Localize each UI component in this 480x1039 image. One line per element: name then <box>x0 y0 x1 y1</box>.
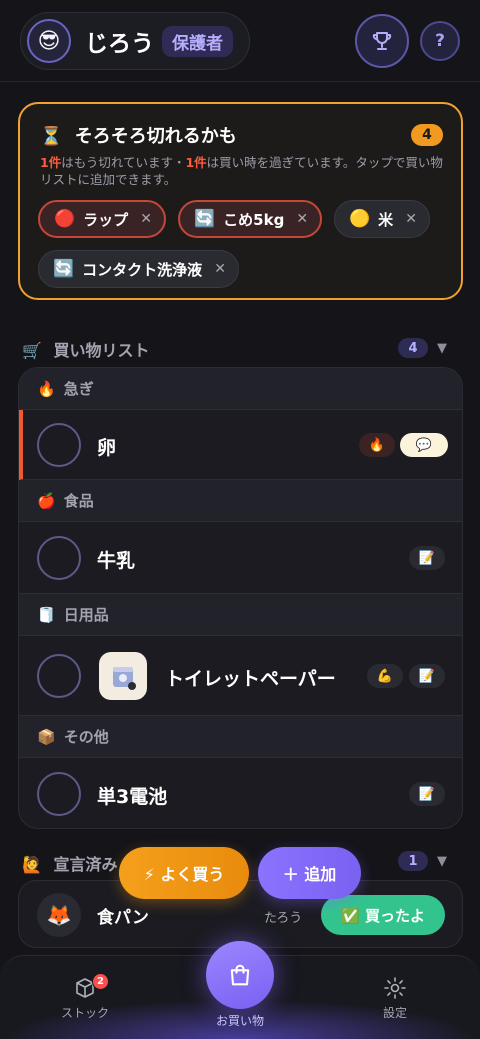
close-icon[interactable]: ✕ <box>405 211 417 227</box>
trophy-icon <box>372 32 392 50</box>
chip-label: ラップ <box>83 210 129 229</box>
item-name: 牛乳 <box>97 550 136 572</box>
comment-icon[interactable]: 💬 <box>400 433 448 457</box>
gear-icon <box>384 977 406 999</box>
warning-dot-icon: 🟡 <box>349 209 371 229</box>
expired-icon: 🔴 <box>54 209 76 229</box>
chip-label: 米 <box>378 210 394 229</box>
item-photo-thumbnail[interactable] <box>99 652 147 700</box>
nav-shopping-button[interactable] <box>206 941 274 1009</box>
cart-icon: 🛒 <box>22 341 42 360</box>
group-header-urgent: 🔥 急ぎ <box>19 368 462 410</box>
avatar-emoji: 😎 <box>37 28 61 54</box>
app-header: 😎 じろう 保護者 ? <box>0 0 480 82</box>
shopping-list-card: 🔥 急ぎ 卵 🔥 💬 🍎 食品 牛乳 📝 🧻 日用品 トイレットペーパー 💪 📝… <box>18 367 463 829</box>
muscle-icon: 💪 <box>367 664 403 688</box>
running-low-title-text: そろそろ切れるかも <box>74 126 237 147</box>
list-item-milk[interactable]: 牛乳 📝 <box>19 522 462 594</box>
shopping-list-header[interactable]: 🛒 買い物リスト <box>22 337 150 361</box>
item-checkbox[interactable] <box>37 772 81 816</box>
hourglass-icon: ⏳ <box>40 126 63 147</box>
chevron-down-icon[interactable]: ▼ <box>437 341 447 356</box>
chip-wrap[interactable]: 🔴 ラップ ✕ <box>38 200 166 238</box>
nav-settings[interactable]: 設定 <box>355 976 435 1021</box>
group-label: 日用品 <box>63 606 109 624</box>
shopping-list-count: 4 <box>398 338 428 358</box>
item-checkbox[interactable] <box>37 536 81 580</box>
nav-shopping-label: お買い物 <box>215 1014 264 1028</box>
expired-count: 1件 <box>40 155 62 170</box>
group-header-food: 🍎 食品 <box>19 480 462 522</box>
item-name: トイレットペーパー <box>165 668 336 690</box>
chip-rice-5kg[interactable]: 🔄 こめ5kg ✕ <box>178 200 323 238</box>
bought-button[interactable]: ✅ 買ったよ <box>321 895 445 935</box>
running-low-description: 1件はもう切れています・1件は買い時を過ぎています。タップで買い物リストに追加で… <box>40 154 450 188</box>
item-name: 単3電池 <box>97 786 168 808</box>
chip-label: こめ5kg <box>223 210 285 229</box>
apple-icon: 🍎 <box>37 491 56 510</box>
repeat-icon: 🔄 <box>53 259 75 279</box>
frequent-items-button[interactable]: ⚡ よく買う <box>119 847 249 899</box>
item-checkbox[interactable] <box>37 423 81 467</box>
desc-text-1: はもう切れています・ <box>61 155 186 170</box>
nav-settings-label: 設定 <box>382 1006 407 1020</box>
user-switcher[interactable]: 😎 じろう 保護者 <box>20 12 250 70</box>
fire-icon: 🔥 <box>37 379 56 398</box>
toilet-paper-icon: 🧻 <box>37 605 56 624</box>
add-item-button[interactable]: ＋ 追加 <box>258 847 361 899</box>
close-icon[interactable]: ✕ <box>214 261 226 277</box>
chip-label: コンタクト洗浄液 <box>82 260 203 279</box>
trophy-button[interactable] <box>355 14 409 68</box>
group-label: その他 <box>63 728 109 746</box>
declared-item-name: 食パン <box>97 908 149 928</box>
list-item-egg[interactable]: 卵 🔥 💬 <box>19 410 462 480</box>
chevron-down-icon[interactable]: ▼ <box>437 854 447 869</box>
memo-icon[interactable]: 📝 <box>409 664 445 688</box>
urgent-fire-icon: 🔥 <box>359 433 395 457</box>
raised-hand-icon: 🙋 <box>22 855 42 874</box>
group-header-daily-goods: 🧻 日用品 <box>19 594 462 636</box>
group-label: 急ぎ <box>63 380 94 398</box>
chip-rice[interactable]: 🟡 米 ✕ <box>334 200 430 238</box>
close-icon[interactable]: ✕ <box>296 211 308 227</box>
running-low-count: 4 <box>411 124 443 146</box>
declared-title: 宣言済み <box>53 855 118 874</box>
overdue-count: 1件 <box>185 155 207 170</box>
memo-icon[interactable]: 📝 <box>409 546 445 570</box>
declared-count: 1 <box>398 851 428 871</box>
shopping-list-title: 買い物リスト <box>53 341 150 360</box>
group-label: 食品 <box>63 492 94 510</box>
list-item-toilet-paper[interactable]: トイレットペーパー 💪 📝 <box>19 636 462 716</box>
group-header-other: 📦 その他 <box>19 716 462 758</box>
fox-avatar-icon: 🦊 <box>37 893 81 937</box>
stock-badge: 2 <box>92 973 109 990</box>
running-low-card: ⏳ そろそろ切れるかも 4 1件はもう切れています・1件は買い時を過ぎています。… <box>18 102 463 300</box>
memo-icon[interactable]: 📝 <box>409 782 445 806</box>
nav-stock-label: ストック <box>60 1006 109 1020</box>
declared-by: たろう <box>264 911 303 926</box>
repeat-icon: 🔄 <box>194 209 216 229</box>
item-checkbox[interactable] <box>37 654 81 698</box>
user-avatar: 😎 <box>27 19 71 63</box>
running-low-title: ⏳ そろそろ切れるかも <box>40 122 237 148</box>
chip-contact-solution[interactable]: 🔄 コンタクト洗浄液 ✕ <box>38 250 239 288</box>
help-button[interactable]: ? <box>420 21 460 61</box>
declared-header[interactable]: 🙋 宣言済み <box>22 851 118 875</box>
item-name: 卵 <box>97 437 117 459</box>
nav-stock[interactable]: ストック <box>45 976 125 1021</box>
product-image-icon <box>113 667 136 690</box>
close-icon[interactable]: ✕ <box>140 211 152 227</box>
list-item-aa-battery[interactable]: 単3電池 📝 <box>19 758 462 828</box>
role-badge: 保護者 <box>162 25 233 57</box>
box-icon: 📦 <box>37 727 56 746</box>
user-name: じろう <box>85 31 154 57</box>
shopping-bag-icon <box>230 964 250 986</box>
